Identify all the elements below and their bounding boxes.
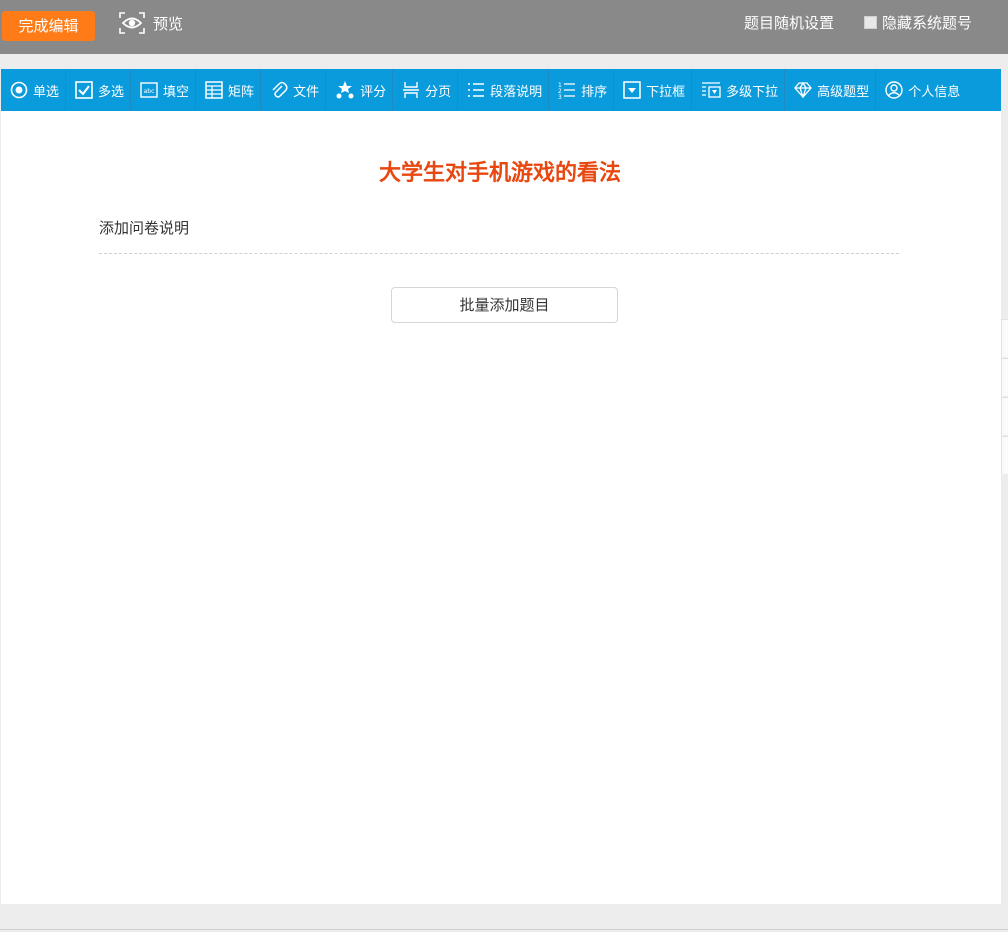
tool-label: 分页	[425, 84, 452, 100]
tool-file[interactable]: 文件	[261, 69, 327, 111]
tool-label: 矩阵	[228, 84, 255, 100]
tool-dropdown[interactable]: 下拉框	[614, 69, 693, 111]
tool-single-choice[interactable]: 单选	[1, 69, 67, 111]
diamond-icon	[794, 82, 813, 98]
survey-editor-panel: 大学生对手机游戏的看法 添加问卷说明 批量添加题目	[1, 111, 1001, 904]
side-tab[interactable]	[1001, 319, 1008, 357]
eye-icon	[119, 12, 145, 34]
finish-editing-button[interactable]: 完成编辑	[2, 11, 95, 41]
page-break-icon	[403, 82, 420, 98]
tool-label: 评分	[360, 84, 387, 100]
user-icon	[885, 81, 903, 99]
hide-numbers-label: 隐藏系统题号	[882, 14, 973, 32]
matrix-icon	[205, 81, 223, 99]
text-field-icon: abc	[140, 82, 158, 98]
question-type-toolbar: 单选 多选 abc 填空 矩阵 文件 评分 分页 段落说明 1 2 3 排序 下…	[1, 69, 1001, 111]
tool-rating[interactable]: 评分	[326, 69, 394, 111]
cascade-dropdown-icon	[702, 82, 721, 98]
dropdown-icon	[623, 81, 641, 99]
top-bar: 完成编辑 预览 题目随机设置 隐藏系统题号	[0, 0, 1008, 54]
divider	[0, 929, 1008, 930]
svg-text:abc: abc	[144, 88, 155, 95]
radio-icon	[10, 81, 28, 99]
tool-cascade-dropdown[interactable]: 多级下拉	[692, 69, 786, 111]
tool-label: 文件	[293, 84, 320, 100]
svg-text:3: 3	[558, 94, 562, 99]
tool-label: 单选	[33, 84, 60, 100]
checkbox-icon	[75, 81, 93, 99]
tool-label: 段落说明	[490, 84, 543, 100]
tool-label: 填空	[163, 84, 190, 100]
divider	[99, 253, 899, 254]
preview-button[interactable]: 预览	[119, 10, 183, 36]
tool-label: 多选	[98, 84, 125, 100]
hide-numbers-checkbox[interactable]	[864, 16, 877, 29]
tool-label: 下拉框	[646, 84, 686, 100]
batch-add-questions-button[interactable]: 批量添加题目	[391, 287, 618, 323]
tool-label: 多级下拉	[726, 84, 779, 100]
hide-question-numbers-toggle[interactable]: 隐藏系统题号	[864, 12, 972, 33]
tool-matrix[interactable]: 矩阵	[196, 69, 262, 111]
preview-label: 预览	[153, 14, 184, 33]
tool-sort[interactable]: 1 2 3 排序	[549, 69, 615, 111]
paperclip-icon	[272, 81, 288, 98]
tool-personal-info[interactable]: 个人信息	[876, 69, 966, 111]
tool-multiple-choice[interactable]: 多选	[66, 69, 132, 111]
survey-title[interactable]: 大学生对手机游戏的看法	[1, 155, 999, 187]
sort-icon: 1 2 3	[558, 82, 576, 99]
tool-label: 高级题型	[817, 84, 870, 100]
side-tab[interactable]	[1001, 397, 1008, 435]
tool-label: 个人信息	[908, 84, 961, 100]
survey-description-input[interactable]: 添加问卷说明	[99, 217, 189, 238]
random-question-settings-link[interactable]: 题目随机设置	[744, 12, 834, 33]
side-tab[interactable]	[1001, 358, 1008, 396]
spacer	[0, 54, 1008, 69]
paragraph-icon	[468, 83, 485, 97]
tool-page-break[interactable]: 分页	[393, 69, 459, 111]
tool-advanced[interactable]: 高级题型	[785, 69, 877, 111]
stars-icon	[336, 81, 354, 99]
tool-fill-blank[interactable]: abc 填空	[131, 69, 197, 111]
tool-paragraph[interactable]: 段落说明	[458, 69, 550, 111]
tool-label: 排序	[581, 84, 608, 100]
side-tab[interactable]	[1001, 436, 1008, 474]
